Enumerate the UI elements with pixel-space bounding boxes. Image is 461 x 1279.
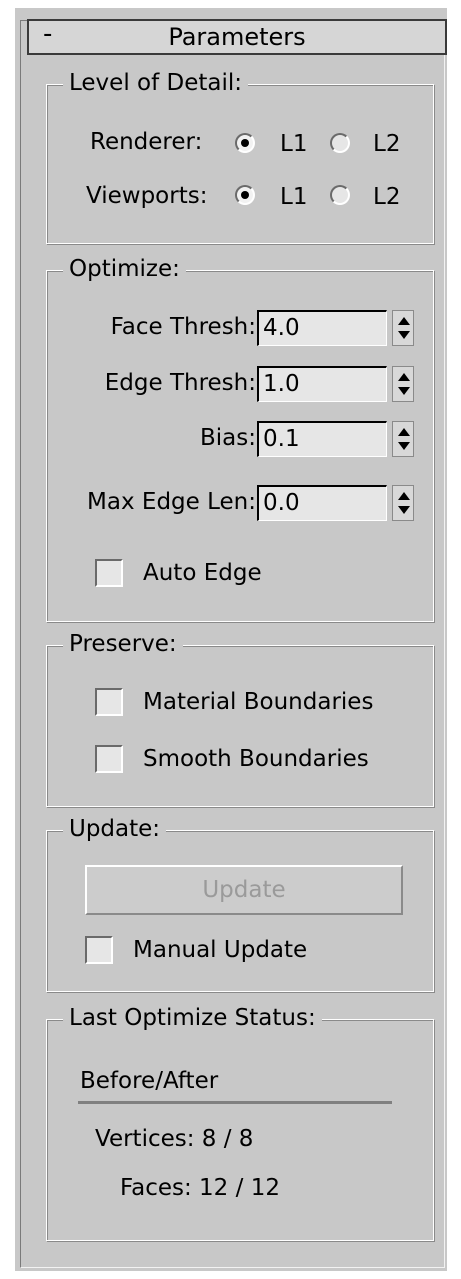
- renderer-l1-radio[interactable]: [235, 133, 255, 153]
- max-edge-len-input[interactable]: 0.0: [257, 485, 387, 521]
- spinner-up-icon[interactable]: [398, 428, 410, 436]
- viewports-l2-label[interactable]: L2: [373, 183, 400, 211]
- spinner-down-icon[interactable]: [398, 387, 410, 395]
- parameters-rollout-header[interactable]: - Parameters: [27, 19, 447, 55]
- spinner-down-icon[interactable]: [398, 442, 410, 450]
- smooth-boundaries-label[interactable]: Smooth Boundaries: [143, 745, 369, 773]
- face-thresh-spinner[interactable]: [392, 310, 414, 346]
- spinner-up-icon[interactable]: [398, 492, 410, 500]
- bias-label: Bias:: [200, 425, 256, 451]
- group-legend: Level of Detail:: [63, 69, 249, 97]
- bias-spinner[interactable]: [392, 421, 414, 457]
- max-edge-len-spinner[interactable]: [392, 485, 414, 521]
- edge-thresh-spinner[interactable]: [392, 366, 414, 402]
- status-header: Before/After: [80, 1068, 219, 1094]
- max-edge-len-label: Max Edge Len:: [87, 489, 256, 515]
- viewports-l1-radio[interactable]: [235, 185, 255, 205]
- faces-status: Faces: 12 / 12: [120, 1175, 280, 1201]
- renderer-l2-radio[interactable]: [330, 133, 350, 153]
- material-boundaries-checkbox[interactable]: [95, 688, 123, 716]
- manual-update-checkbox[interactable]: [85, 936, 113, 964]
- viewports-l2-radio[interactable]: [330, 185, 350, 205]
- face-thresh-label: Face Thresh:: [110, 314, 256, 340]
- viewports-label: Viewports:: [86, 183, 208, 209]
- spinner-down-icon[interactable]: [398, 331, 410, 339]
- renderer-l2-label[interactable]: L2: [373, 130, 400, 158]
- material-boundaries-label[interactable]: Material Boundaries: [143, 688, 373, 716]
- edge-thresh-input[interactable]: 1.0: [257, 366, 387, 402]
- smooth-boundaries-checkbox[interactable]: [95, 745, 123, 773]
- group-legend: Update:: [63, 815, 167, 843]
- renderer-label: Renderer:: [90, 129, 203, 155]
- group-legend: Optimize:: [63, 255, 186, 283]
- status-separator: [78, 1101, 392, 1104]
- renderer-l1-label[interactable]: L1: [280, 130, 307, 158]
- auto-edge-checkbox[interactable]: [95, 559, 123, 587]
- rollout-title: Parameters: [168, 23, 306, 51]
- edge-thresh-label: Edge Thresh:: [104, 370, 256, 396]
- level-of-detail-group: Level of Detail:: [46, 69, 434, 244]
- group-legend: Preserve:: [63, 630, 183, 658]
- preserve-group: Preserve:: [46, 630, 434, 807]
- vertices-status: Vertices: 8 / 8: [95, 1126, 254, 1152]
- spinner-up-icon[interactable]: [398, 317, 410, 325]
- spinner-up-icon[interactable]: [398, 373, 410, 381]
- auto-edge-label[interactable]: Auto Edge: [143, 559, 262, 587]
- face-thresh-input[interactable]: 4.0: [257, 310, 387, 346]
- bias-input[interactable]: 0.1: [257, 421, 387, 457]
- manual-update-label[interactable]: Manual Update: [133, 936, 307, 964]
- group-legend: Last Optimize Status:: [63, 1004, 322, 1032]
- spinner-down-icon[interactable]: [398, 506, 410, 514]
- viewports-l1-label[interactable]: L1: [280, 183, 307, 211]
- update-button[interactable]: Update: [85, 865, 403, 915]
